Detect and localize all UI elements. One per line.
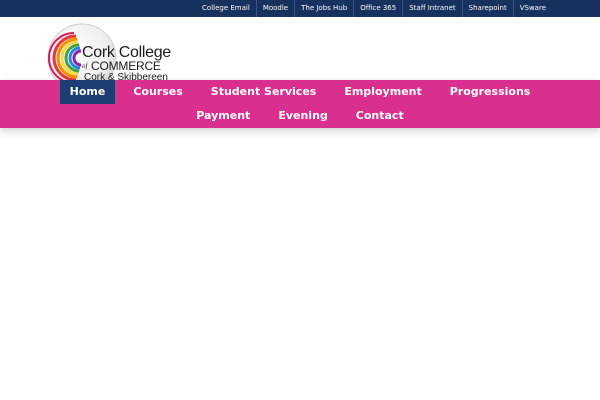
link-staff-intranet[interactable]: Staff Intranet <box>402 0 461 17</box>
nav-courses[interactable]: Courses <box>123 80 192 104</box>
main-navigation: Home Courses Student Services Employment… <box>0 80 600 128</box>
nav-evening[interactable]: Evening <box>268 104 337 128</box>
nav-contact[interactable]: Contact <box>346 104 414 128</box>
nav-row-2: Payment Evening Contact <box>0 104 600 128</box>
nav-payment[interactable]: Payment <box>186 104 260 128</box>
nav-row-1: Home Courses Student Services Employment… <box>0 80 600 104</box>
top-utility-bar: College Email Moodle The Jobs Hub Office… <box>0 0 600 17</box>
nav-employment[interactable]: Employment <box>334 80 431 104</box>
logo-text-of: of <box>82 62 88 70</box>
logo-text-commerce: COMMERCE <box>91 59 161 73</box>
link-vsware[interactable]: VSware <box>512 0 552 17</box>
utility-links: College Email Moodle The Jobs Hub Office… <box>196 0 552 17</box>
site-header: Cork College of COMMERCE Cork & Skibbere… <box>0 17 600 93</box>
link-college-email[interactable]: College Email <box>196 0 256 17</box>
nav-home[interactable]: Home <box>59 80 116 104</box>
link-moodle[interactable]: Moodle <box>255 0 294 17</box>
link-jobs-hub[interactable]: The Jobs Hub <box>294 0 353 17</box>
nav-student-services[interactable]: Student Services <box>201 80 327 104</box>
link-office-365[interactable]: Office 365 <box>353 0 402 17</box>
nav-progressions[interactable]: Progressions <box>440 80 541 104</box>
link-sharepoint[interactable]: Sharepoint <box>461 0 513 17</box>
